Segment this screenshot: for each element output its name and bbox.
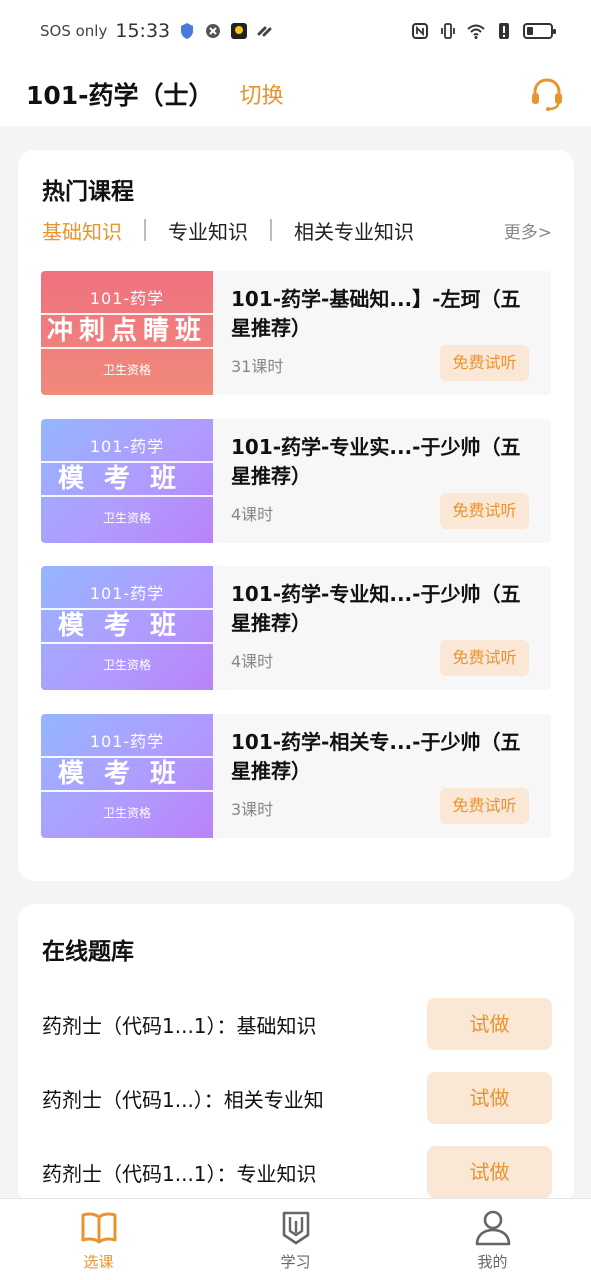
blocked-app-icon — [206, 24, 221, 38]
tab-profile[interactable]: 我的 — [394, 1199, 591, 1280]
course-hours: 4课时 — [231, 652, 274, 671]
carrier-text: SOS only — [40, 22, 108, 40]
free-trial-button[interactable]: 免费试听 — [440, 788, 529, 824]
shield-icon — [181, 23, 194, 39]
thumb-category: 卫生资格 — [102, 806, 151, 820]
thumb-class-name: 冲刺点睛班 — [41, 313, 213, 349]
switch-button[interactable]: 切换 — [240, 78, 284, 110]
course-thumbnail: 101-药学 模考班 卫生资格 — [41, 714, 213, 838]
course-card[interactable]: 101-药学 冲刺点睛班 卫生资格 101-药学-基础知...】-左珂（五星推荐… — [41, 271, 551, 395]
question-bank-item: 药剂士（代码1...1）：专业知识 试做 — [42, 1146, 552, 1198]
clock: 15:33 — [115, 20, 171, 42]
book-icon — [81, 1212, 116, 1244]
thumb-subject: 101-药学 — [89, 437, 165, 456]
hot-courses-card: 热门课程 基础知识 专业知识 相关专业知识 更多> 101-药学 冲刺点睛班 卫… — [18, 150, 574, 881]
page-title: 101-药学（士） — [26, 81, 214, 110]
free-trial-button[interactable]: 免费试听 — [440, 640, 529, 676]
thumb-category: 卫生资格 — [102, 511, 151, 525]
tab-basic-knowledge[interactable]: 基础知识 — [42, 216, 122, 245]
tab-professional-knowledge[interactable]: 专业知识 — [168, 216, 248, 245]
thumb-class-name: 模考班 — [41, 608, 213, 644]
question-bank-label: 药剂士（代码1...）：相关专业知 — [42, 1087, 324, 1112]
question-bank-item: 药剂士（代码1...1）：基础知识 试做 — [42, 998, 552, 1050]
thumb-subject: 101-药学 — [89, 584, 165, 603]
vibrate-icon — [441, 23, 455, 39]
battery-icon — [523, 23, 556, 39]
tab-label: 我的 — [477, 1253, 508, 1271]
user-icon — [475, 1210, 510, 1246]
course-thumbnail: 101-药学 模考班 卫生资格 — [41, 419, 213, 543]
thumb-category: 卫生资格 — [102, 363, 151, 377]
course-card[interactable]: 101-药学 模考班 卫生资格 101-药学-相关专...-于少帅（五星推荐） … — [41, 714, 551, 838]
question-bank-label: 药剂士（代码1...1）：基础知识 — [42, 1013, 317, 1038]
tab-related-knowledge[interactable]: 相关专业知识 — [294, 216, 414, 245]
course-card[interactable]: 101-药学 模考班 卫生资格 101-药学-专业知...-于少帅（五星推荐） … — [41, 566, 551, 690]
status-left: SOS only 15:33 — [40, 20, 274, 42]
app-header: 101-药学（士） 切换 — [0, 62, 591, 126]
nfc-icon — [412, 23, 428, 39]
tab-study[interactable]: 学习 — [197, 1199, 394, 1280]
course-thumbnail: 101-药学 冲刺点睛班 卫生资格 — [41, 271, 213, 395]
thumb-class-name: 模考班 — [41, 461, 213, 497]
thumb-category: 卫生资格 — [102, 658, 151, 672]
course-title: 101-药学-基础知...】-左珂（五星推荐） — [231, 287, 521, 340]
tab-label: 学习 — [280, 1253, 311, 1271]
course-title: 101-药学-相关专...-于少帅（五星推荐） — [231, 730, 521, 783]
tab-select-course[interactable]: 选课 — [0, 1199, 197, 1280]
course-title: 101-药学-专业实...-于少帅（五星推荐） — [231, 435, 521, 488]
thumb-subject: 101-药学 — [89, 732, 165, 751]
free-trial-button[interactable]: 免费试听 — [440, 493, 529, 529]
pencil-icon — [282, 1211, 309, 1245]
alert-icon — [499, 23, 509, 39]
try-button[interactable]: 试做 — [427, 998, 552, 1050]
more-link[interactable]: 更多> — [504, 218, 552, 243]
hot-courses-title: 热门课程 — [42, 179, 134, 205]
question-bank-title: 在线题库 — [42, 939, 134, 965]
try-button[interactable]: 试做 — [427, 1146, 552, 1198]
headset-icon[interactable] — [529, 76, 565, 112]
course-hours: 3课时 — [231, 800, 274, 819]
course-card[interactable]: 101-药学 模考班 卫生资格 101-药学-专业实...-于少帅（五星推荐） … — [41, 419, 551, 543]
course-hours: 31课时 — [231, 357, 284, 376]
app-notification-icon — [231, 23, 248, 39]
wifi-icon — [467, 24, 485, 39]
try-button[interactable]: 试做 — [427, 1072, 552, 1124]
thumb-subject: 101-药学 — [89, 289, 165, 308]
tab-divider — [144, 219, 146, 241]
status-right — [411, 22, 556, 40]
tab-label: 选课 — [83, 1253, 114, 1271]
question-bank-item: 药剂士（代码1...）：相关专业知 试做 — [42, 1072, 552, 1124]
question-bank-card: 在线题库 药剂士（代码1...1）：基础知识 试做 药剂士（代码1...）：相关… — [18, 904, 574, 1204]
course-thumbnail: 101-药学 模考班 卫生资格 — [41, 566, 213, 690]
question-bank-label: 药剂士（代码1...1）：专业知识 — [42, 1161, 317, 1186]
course-hours: 4课时 — [231, 505, 274, 524]
course-title: 101-药学-专业知...-于少帅（五星推荐） — [231, 582, 521, 635]
link-icon — [257, 26, 272, 37]
course-tabs: 基础知识 专业知识 相关专业知识 更多> — [42, 214, 552, 246]
tab-divider — [270, 219, 272, 241]
free-trial-button[interactable]: 免费试听 — [440, 345, 529, 381]
bottom-tab-bar: 选课 学习 我的 — [0, 1198, 591, 1280]
status-bar: SOS only 15:33 — [0, 0, 591, 62]
thumb-class-name: 模考班 — [41, 756, 213, 792]
